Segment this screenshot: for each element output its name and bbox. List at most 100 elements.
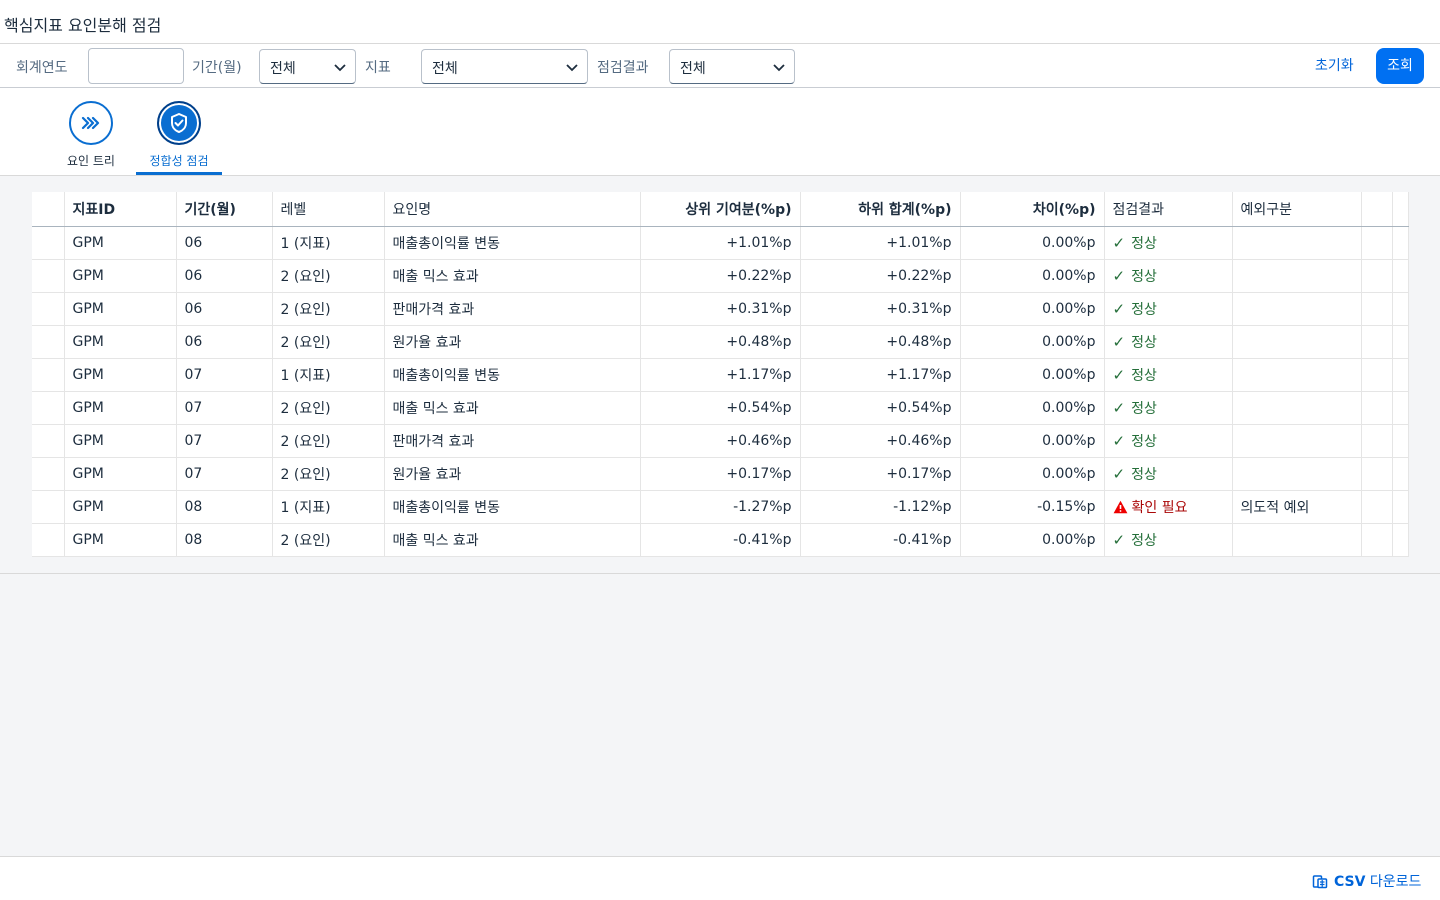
cell-exception-type xyxy=(1232,358,1362,392)
cell-difference: 0.00%p xyxy=(960,358,1105,392)
cell-exception-type xyxy=(1232,457,1362,491)
row-selector xyxy=(32,424,65,458)
cell-lower-sum: +0.31%p xyxy=(800,292,961,326)
scrollbar-gutter xyxy=(1392,424,1409,458)
table-row[interactable]: GPM 07 2 (요인) 원가율 효과 +0.17%p +0.17%p 0.00%p ✓ 정상 xyxy=(32,457,1409,491)
cell-period: 07 xyxy=(176,358,273,392)
cell-level: 2 (요인) xyxy=(272,523,385,557)
excel-export-icon xyxy=(1312,875,1328,889)
scrollbar-gutter xyxy=(1392,226,1409,260)
cell-metric-id: GPM xyxy=(64,490,177,524)
check-icon: ✓ xyxy=(1112,365,1126,384)
cell-factor-name: 매출총이익률 변동 xyxy=(384,490,641,524)
cell-lower-sum: +0.48%p xyxy=(800,325,961,359)
cell-upper-contribution: +0.54%p xyxy=(640,391,801,425)
metric-label: 지표 xyxy=(365,60,391,76)
table-row[interactable]: GPM 08 1 (지표) 매출총이익률 변동 -1.27%p -1.12%p -0.15%… xyxy=(32,490,1409,524)
fiscal-year-input[interactable] xyxy=(88,48,184,84)
cell-row-action xyxy=(1360,391,1393,425)
row-selector xyxy=(32,325,65,359)
table-row[interactable]: GPM 06 2 (요인) 판매가격 효과 +0.31%p +0.31%p 0.00%p ✓ 정… xyxy=(32,292,1409,326)
table-header-row: 지표ID 기간(월) 레벨 요인명 상위 기여분(%p) 하위 합계(%p) 차… xyxy=(32,192,1409,227)
cell-exception-type xyxy=(1232,259,1362,293)
cell-check-result: ✓ 정상 xyxy=(1104,424,1233,458)
check-result-text: 정상 xyxy=(1131,433,1157,450)
check-icon: ✓ xyxy=(1112,530,1126,549)
cell-upper-contribution: +0.22%p xyxy=(640,259,801,293)
column-header[interactable]: 요인명 xyxy=(384,192,641,227)
check-result-text: 정상 xyxy=(1131,367,1157,384)
cell-difference: 0.00%p xyxy=(960,457,1105,491)
table-row[interactable]: GPM 06 2 (요인) 매출 믹스 효과 +0.22%p +0.22%p 0.00%p ✓… xyxy=(32,259,1409,293)
tab-label: 정합성 점검 xyxy=(149,154,209,168)
cell-factor-name: 판매가격 효과 xyxy=(384,424,641,458)
row-selector-header xyxy=(32,192,65,227)
chevron-down-icon xyxy=(566,64,578,72)
column-header[interactable]: 기간(월) xyxy=(176,192,273,227)
column-header[interactable]: 점검결과 xyxy=(1104,192,1233,227)
table-row[interactable]: GPM 07 2 (요인) 매출 믹스 효과 +0.54%p +0.54%p 0.00%p ✓… xyxy=(32,391,1409,425)
tab-consistency-check[interactable]: 정합성 점검 xyxy=(136,88,222,176)
row-selector xyxy=(32,358,65,392)
tab-label: 요인 트리 xyxy=(67,154,115,168)
table-row[interactable]: GPM 08 2 (요인) 매출 믹스 효과 -0.41%p -0.41%p 0.00%p ✓… xyxy=(32,523,1409,557)
check-result-text: 정상 xyxy=(1131,301,1157,318)
cell-lower-sum: -1.12%p xyxy=(800,490,961,524)
column-header[interactable]: 레벨 xyxy=(272,192,385,227)
column-header[interactable]: 하위 합계(%p) xyxy=(800,192,961,227)
scrollbar-gutter xyxy=(1392,490,1409,524)
cell-difference: 0.00%p xyxy=(960,325,1105,359)
cell-factor-name: 매출 믹스 효과 xyxy=(384,391,641,425)
icon-tab-bar: 요인 트리 정합성 점검 xyxy=(0,88,1440,176)
check-result-text: 확인 필요 xyxy=(1131,499,1188,516)
column-header[interactable]: 지표ID xyxy=(64,192,177,227)
chevron-down-icon xyxy=(773,64,785,72)
row-selector xyxy=(32,457,65,491)
search-button[interactable]: 조회 xyxy=(1376,48,1424,84)
check-icon: ✓ xyxy=(1112,398,1126,417)
result-select[interactable]: 전체 xyxy=(669,49,795,84)
csv-download-label-bold: CSV xyxy=(1334,874,1366,890)
cell-check-result: ✓ 정상 xyxy=(1104,325,1233,359)
fiscal-year-label: 회계연도 xyxy=(16,60,68,76)
csv-download-button[interactable]: CSV 다운로드 xyxy=(1312,871,1421,891)
column-header[interactable]: 상위 기여분(%p) xyxy=(640,192,801,227)
cell-difference: 0.00%p xyxy=(960,259,1105,293)
cell-period: 06 xyxy=(176,259,273,293)
column-header[interactable]: 예외구분 xyxy=(1232,192,1362,227)
period-select[interactable]: 전체 xyxy=(259,49,356,84)
cell-period: 07 xyxy=(176,391,273,425)
table-row[interactable]: GPM 06 2 (요인) 원가율 효과 +0.48%p +0.48%p 0.00%p ✓ 정상 xyxy=(32,325,1409,359)
cell-period: 08 xyxy=(176,523,273,557)
metric-select[interactable]: 전체 xyxy=(421,49,588,84)
reset-button[interactable]: 초기화 xyxy=(1305,52,1364,80)
cell-metric-id: GPM xyxy=(64,523,177,557)
cell-row-action xyxy=(1360,292,1393,326)
cell-level: 2 (요인) xyxy=(272,325,385,359)
cell-period: 06 xyxy=(176,292,273,326)
tab-factor-tree[interactable]: 요인 트리 xyxy=(48,88,134,176)
cell-check-result: ✓ 정상 xyxy=(1104,259,1233,293)
column-header[interactable]: 차이(%p) xyxy=(960,192,1105,227)
check-result-text: 정상 xyxy=(1131,268,1157,285)
row-selector xyxy=(32,292,65,326)
cell-factor-name: 판매가격 효과 xyxy=(384,292,641,326)
table-row[interactable]: GPM 07 1 (지표) 매출총이익률 변동 +1.17%p +1.17%p 0.00%p… xyxy=(32,358,1409,392)
table-row[interactable]: GPM 07 2 (요인) 판매가격 효과 +0.46%p +0.46%p 0.00%p ✓ 정… xyxy=(32,424,1409,458)
period-label: 기간(월) xyxy=(192,60,242,76)
cell-lower-sum: +0.17%p xyxy=(800,457,961,491)
check-icon: ✓ xyxy=(1112,299,1126,318)
table-row[interactable]: GPM 06 1 (지표) 매출총이익률 변동 +1.01%p +1.01%p 0.00%p… xyxy=(32,226,1409,260)
page-title: 핵심지표 요인분해 점검 xyxy=(4,16,162,35)
tab-icon-circle xyxy=(157,101,201,145)
cell-period: 06 xyxy=(176,325,273,359)
check-icon: ✓ xyxy=(1112,464,1126,483)
cell-check-result: ✓ 정상 xyxy=(1104,391,1233,425)
scrollbar-gutter xyxy=(1392,325,1409,359)
check-icon: ✓ xyxy=(1112,266,1126,285)
check-icon: ✓ xyxy=(1112,332,1126,351)
cell-level: 2 (요인) xyxy=(272,391,385,425)
check-table: 지표ID 기간(월) 레벨 요인명 상위 기여분(%p) 하위 합계(%p) 차… xyxy=(32,192,1409,557)
cell-difference: -0.15%p xyxy=(960,490,1105,524)
cell-metric-id: GPM xyxy=(64,325,177,359)
